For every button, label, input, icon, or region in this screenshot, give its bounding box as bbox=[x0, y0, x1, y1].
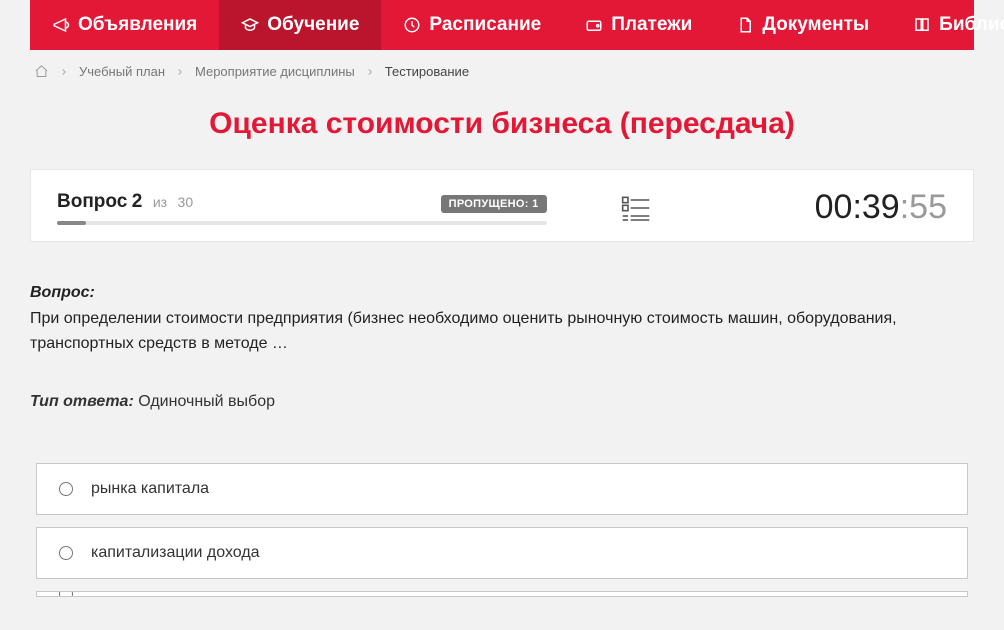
question-body: Вопрос: При определении стоимости предпр… bbox=[30, 280, 974, 357]
breadcrumb-current: Тестирование bbox=[385, 64, 469, 79]
nav-item-education[interactable]: Обучение bbox=[219, 0, 381, 50]
skipped-badge: ПРОПУЩЕНО: 1 bbox=[441, 195, 547, 213]
question-list-button[interactable] bbox=[547, 192, 725, 224]
question-number: 2 bbox=[132, 191, 143, 212]
breadcrumb: Учебный план Мероприятие дисциплины Тест… bbox=[30, 50, 974, 93]
answer-radio[interactable] bbox=[59, 591, 73, 597]
progress-fill bbox=[57, 221, 86, 225]
nav-label: Документы bbox=[762, 14, 869, 36]
progress-bar bbox=[57, 221, 547, 225]
chevron-right-icon bbox=[175, 67, 185, 77]
nav-item-announcements[interactable]: Объявления bbox=[30, 0, 219, 50]
answer-type-label: Тип ответа: bbox=[30, 393, 134, 410]
of-word: из bbox=[153, 194, 167, 210]
answer-option[interactable] bbox=[36, 591, 968, 597]
answer-radio[interactable] bbox=[59, 482, 73, 496]
answer-label: капитализации дохода bbox=[91, 544, 260, 562]
nav-label: Расписание bbox=[429, 14, 541, 36]
chevron-right-icon bbox=[59, 67, 69, 77]
home-icon[interactable] bbox=[34, 64, 49, 79]
book-icon bbox=[913, 16, 931, 34]
nav-label: Библиотека bbox=[939, 14, 1004, 36]
answer-radio[interactable] bbox=[59, 546, 73, 560]
timer-ms: 55 bbox=[909, 188, 947, 226]
graduation-icon bbox=[241, 16, 259, 34]
timer-sec: 39 bbox=[862, 188, 900, 226]
answer-type-value: Одиночный выбор bbox=[138, 393, 275, 410]
breadcrumb-link[interactable]: Мероприятие дисциплины bbox=[195, 64, 355, 79]
top-nav: Объявления Обучение Расписание Платежи Д… bbox=[30, 0, 974, 50]
answer-type: Тип ответа: Одиночный выбор bbox=[30, 393, 974, 411]
nav-label: Обучение bbox=[267, 14, 359, 36]
clock-icon bbox=[403, 16, 421, 34]
nav-item-schedule[interactable]: Расписание bbox=[381, 0, 563, 50]
megaphone-icon bbox=[52, 16, 70, 34]
timer-min: 00 bbox=[815, 188, 853, 226]
wallet-icon bbox=[585, 16, 603, 34]
nav-label: Платежи bbox=[611, 14, 692, 36]
question-total: 30 bbox=[178, 194, 194, 210]
doc-icon bbox=[736, 16, 754, 34]
answer-label: рынка капитала bbox=[91, 480, 209, 498]
question-label: Вопрос: bbox=[30, 284, 95, 301]
timer: 00:39:55 bbox=[725, 188, 948, 227]
answer-option[interactable]: рынка капитала bbox=[36, 463, 968, 515]
nav-item-library[interactable]: Библиотека bbox=[891, 0, 1004, 50]
breadcrumb-link[interactable]: Учебный план bbox=[79, 64, 165, 79]
nav-item-payments[interactable]: Платежи bbox=[563, 0, 714, 50]
question-word: Вопрос bbox=[57, 191, 127, 212]
question-text: При определении стоимости предприятия (б… bbox=[30, 306, 974, 357]
quiz-header: Вопрос 2 из 30 ПРОПУЩЕНО: 1 00:39:55 bbox=[30, 169, 974, 242]
answer-option[interactable]: капитализации дохода bbox=[36, 527, 968, 579]
nav-item-documents[interactable]: Документы bbox=[714, 0, 891, 50]
page-title: Оценка стоимости бизнеса (пересдача) bbox=[30, 107, 974, 141]
chevron-right-icon bbox=[365, 67, 375, 77]
answers-list: рынка капитала капитализации дохода bbox=[30, 463, 974, 597]
nav-label: Объявления bbox=[78, 14, 197, 36]
